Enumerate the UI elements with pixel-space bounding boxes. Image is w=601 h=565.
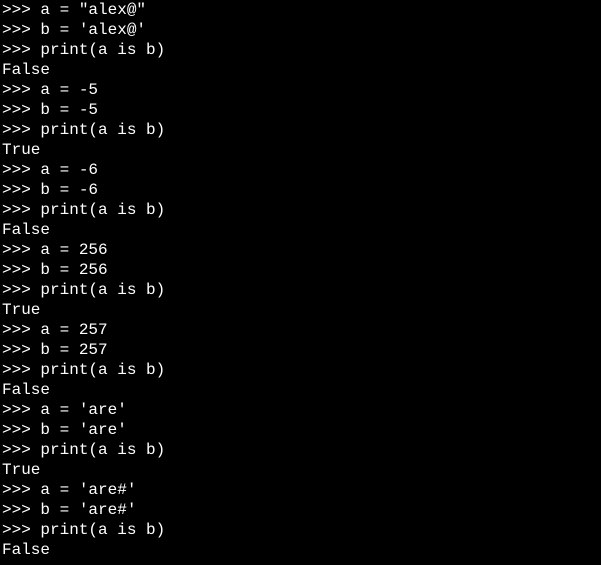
repl-output-text: True <box>2 141 40 159</box>
repl-input-line: >>> print(a is b) <box>2 280 599 300</box>
repl-input-text: a = -6 <box>40 161 98 179</box>
repl-input-line: >>> b = -5 <box>2 100 599 120</box>
repl-prompt: >>> <box>2 341 40 359</box>
repl-prompt: >>> <box>2 1 40 19</box>
repl-input-line: >>> a = "alex@" <box>2 0 599 20</box>
repl-prompt: >>> <box>2 521 40 539</box>
repl-input-text: a = "alex@" <box>40 1 146 19</box>
repl-input-line: >>> a = 'are' <box>2 400 599 420</box>
repl-input-text: a = 257 <box>40 321 107 339</box>
repl-input-line: >>> b = 'alex@' <box>2 20 599 40</box>
repl-output-text: False <box>2 221 50 239</box>
repl-input-text: b = -6 <box>40 181 98 199</box>
repl-input-text: print(a is b) <box>40 41 165 59</box>
repl-prompt: >>> <box>2 361 40 379</box>
repl-prompt: >>> <box>2 241 40 259</box>
repl-input-text: b = 'are#' <box>40 501 136 519</box>
repl-input-line: >>> a = -5 <box>2 80 599 100</box>
repl-input-text: print(a is b) <box>40 441 165 459</box>
repl-prompt: >>> <box>2 481 40 499</box>
repl-prompt: >>> <box>2 81 40 99</box>
repl-input-line: >>> print(a is b) <box>2 40 599 60</box>
repl-prompt: >>> <box>2 281 40 299</box>
repl-input-text: a = -5 <box>40 81 98 99</box>
repl-input-text: a = 'are#' <box>40 481 136 499</box>
repl-output-text: False <box>2 61 50 79</box>
repl-prompt: >>> <box>2 321 40 339</box>
repl-input-text: print(a is b) <box>40 281 165 299</box>
repl-prompt: >>> <box>2 21 40 39</box>
repl-input-text: b = 257 <box>40 341 107 359</box>
repl-input-text: print(a is b) <box>40 361 165 379</box>
repl-prompt: >>> <box>2 101 40 119</box>
repl-prompt: >>> <box>2 501 40 519</box>
repl-input-text: b = -5 <box>40 101 98 119</box>
repl-input-text: b = 256 <box>40 261 107 279</box>
repl-input-line: >>> print(a is b) <box>2 120 599 140</box>
python-repl-output[interactable]: >>> a = "alex@">>> b = 'alex@'>>> print(… <box>0 0 601 560</box>
repl-input-line: >>> b = 'are' <box>2 420 599 440</box>
repl-input-line: >>> b = -6 <box>2 180 599 200</box>
repl-output-text: False <box>2 541 50 559</box>
repl-output-line: False <box>2 60 599 80</box>
repl-input-text: print(a is b) <box>40 521 165 539</box>
repl-prompt: >>> <box>2 121 40 139</box>
repl-prompt: >>> <box>2 441 40 459</box>
repl-prompt: >>> <box>2 161 40 179</box>
repl-input-line: >>> print(a is b) <box>2 520 599 540</box>
repl-input-line: >>> print(a is b) <box>2 200 599 220</box>
repl-prompt: >>> <box>2 181 40 199</box>
repl-prompt: >>> <box>2 261 40 279</box>
repl-input-line: >>> a = 256 <box>2 240 599 260</box>
repl-output-line: False <box>2 220 599 240</box>
repl-input-line: >>> b = 'are#' <box>2 500 599 520</box>
repl-output-text: True <box>2 301 40 319</box>
repl-output-line: True <box>2 460 599 480</box>
repl-output-line: False <box>2 540 599 560</box>
repl-input-line: >>> a = 'are#' <box>2 480 599 500</box>
repl-output-line: True <box>2 300 599 320</box>
repl-prompt: >>> <box>2 41 40 59</box>
repl-prompt: >>> <box>2 401 40 419</box>
repl-output-line: True <box>2 140 599 160</box>
repl-input-line: >>> b = 257 <box>2 340 599 360</box>
repl-input-text: b = 'alex@' <box>40 21 146 39</box>
repl-input-text: a = 256 <box>40 241 107 259</box>
repl-input-line: >>> print(a is b) <box>2 360 599 380</box>
repl-input-text: b = 'are' <box>40 421 126 439</box>
repl-output-text: True <box>2 461 40 479</box>
repl-output-text: False <box>2 381 50 399</box>
repl-input-line: >>> b = 256 <box>2 260 599 280</box>
repl-input-line: >>> a = 257 <box>2 320 599 340</box>
repl-input-line: >>> a = -6 <box>2 160 599 180</box>
repl-input-line: >>> print(a is b) <box>2 440 599 460</box>
repl-input-text: print(a is b) <box>40 201 165 219</box>
repl-input-text: a = 'are' <box>40 401 126 419</box>
repl-input-text: print(a is b) <box>40 121 165 139</box>
repl-output-line: False <box>2 380 599 400</box>
repl-prompt: >>> <box>2 201 40 219</box>
repl-prompt: >>> <box>2 421 40 439</box>
